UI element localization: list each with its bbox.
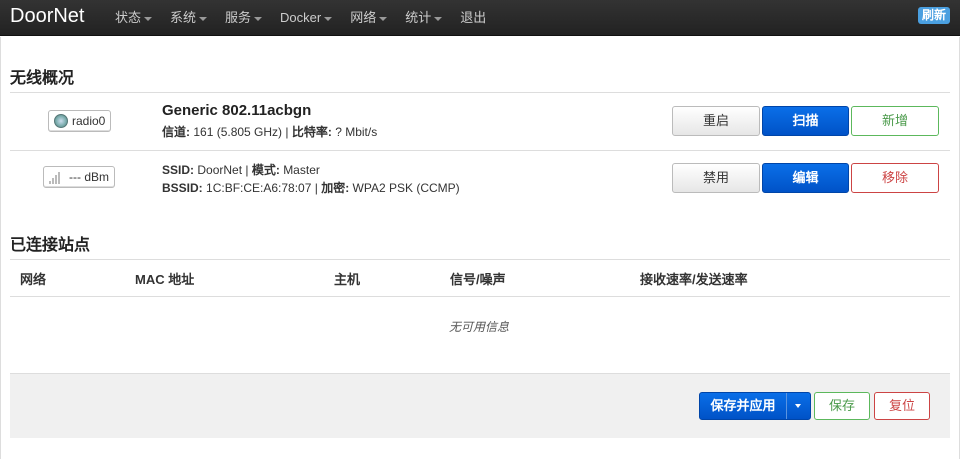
brand-logo[interactable]: DoorNet xyxy=(10,5,84,28)
column-header-network: 网络 xyxy=(20,272,47,287)
main-menu: 状态 系统 服务 Docker 网络 统计 退出 xyxy=(106,0,495,36)
save-apply-split-button[interactable]: 保存并应用 xyxy=(699,392,811,420)
divider xyxy=(10,296,950,297)
caret-down-icon xyxy=(434,16,443,21)
network-ssid-info: SSID: DoorNet | 模式: Master xyxy=(162,163,320,177)
top-navbar: DoorNet 状态 系统 服务 Docker 网络 统计 退出 刷新 xyxy=(0,0,960,36)
divider xyxy=(10,92,950,93)
edit-button[interactable]: 编辑 xyxy=(762,163,849,193)
wireless-overview-heading: 无线概况 xyxy=(10,70,75,87)
divider xyxy=(10,150,950,151)
scan-button[interactable]: 扫描 xyxy=(762,106,849,136)
wifi-radio-icon xyxy=(54,114,68,128)
menu-system[interactable]: 系统 xyxy=(161,0,216,36)
divider xyxy=(10,259,950,260)
caret-down-icon xyxy=(379,16,388,21)
save-button[interactable]: 保存 xyxy=(814,392,870,420)
restart-button[interactable]: 重启 xyxy=(672,106,760,136)
network-bssid-info: BSSID: 1C:BF:CE:A6:78:07 | 加密: WPA2 PSK … xyxy=(162,181,460,195)
caret-down-icon xyxy=(199,16,208,21)
column-header-host: 主机 xyxy=(334,272,361,287)
radio-title: Generic 802.11acbgn xyxy=(162,102,312,119)
menu-docker[interactable]: Docker xyxy=(271,0,341,36)
caret-down-icon xyxy=(144,16,153,21)
save-apply-button[interactable]: 保存并应用 xyxy=(700,393,786,419)
radio-badge: radio0 xyxy=(48,110,112,132)
signal-badge: --- dBm xyxy=(43,166,115,188)
connected-stations-heading: 已连接站点 xyxy=(10,237,91,254)
split-divider xyxy=(786,393,787,419)
radio-info: 信道: 161 (5.805 GHz) | 比特率: ? Mbit/s xyxy=(162,125,378,139)
reset-button[interactable]: 复位 xyxy=(874,392,930,420)
menu-status[interactable]: 状态 xyxy=(106,0,161,36)
column-header-rate: 接收速率/发送速率 xyxy=(640,272,748,287)
menu-statistics[interactable]: 统计 xyxy=(396,0,451,36)
empty-table-message: 无可用信息 xyxy=(448,320,509,334)
caret-down-icon xyxy=(324,16,333,21)
menu-network[interactable]: 网络 xyxy=(341,0,396,36)
add-network-button[interactable]: 新增 xyxy=(851,106,939,136)
remove-button[interactable]: 移除 xyxy=(851,163,939,193)
signal-strength-icon xyxy=(49,171,65,184)
column-header-mac: MAC 地址 xyxy=(135,272,195,287)
menu-logout[interactable]: 退出 xyxy=(451,0,495,36)
caret-down-icon xyxy=(254,16,263,21)
column-header-signal: 信号/噪声 xyxy=(450,272,506,287)
caret-down-icon[interactable] xyxy=(795,404,801,408)
disable-button[interactable]: 禁用 xyxy=(672,163,760,193)
menu-services[interactable]: 服务 xyxy=(216,0,271,36)
refresh-badge[interactable]: 刷新 xyxy=(917,7,950,24)
